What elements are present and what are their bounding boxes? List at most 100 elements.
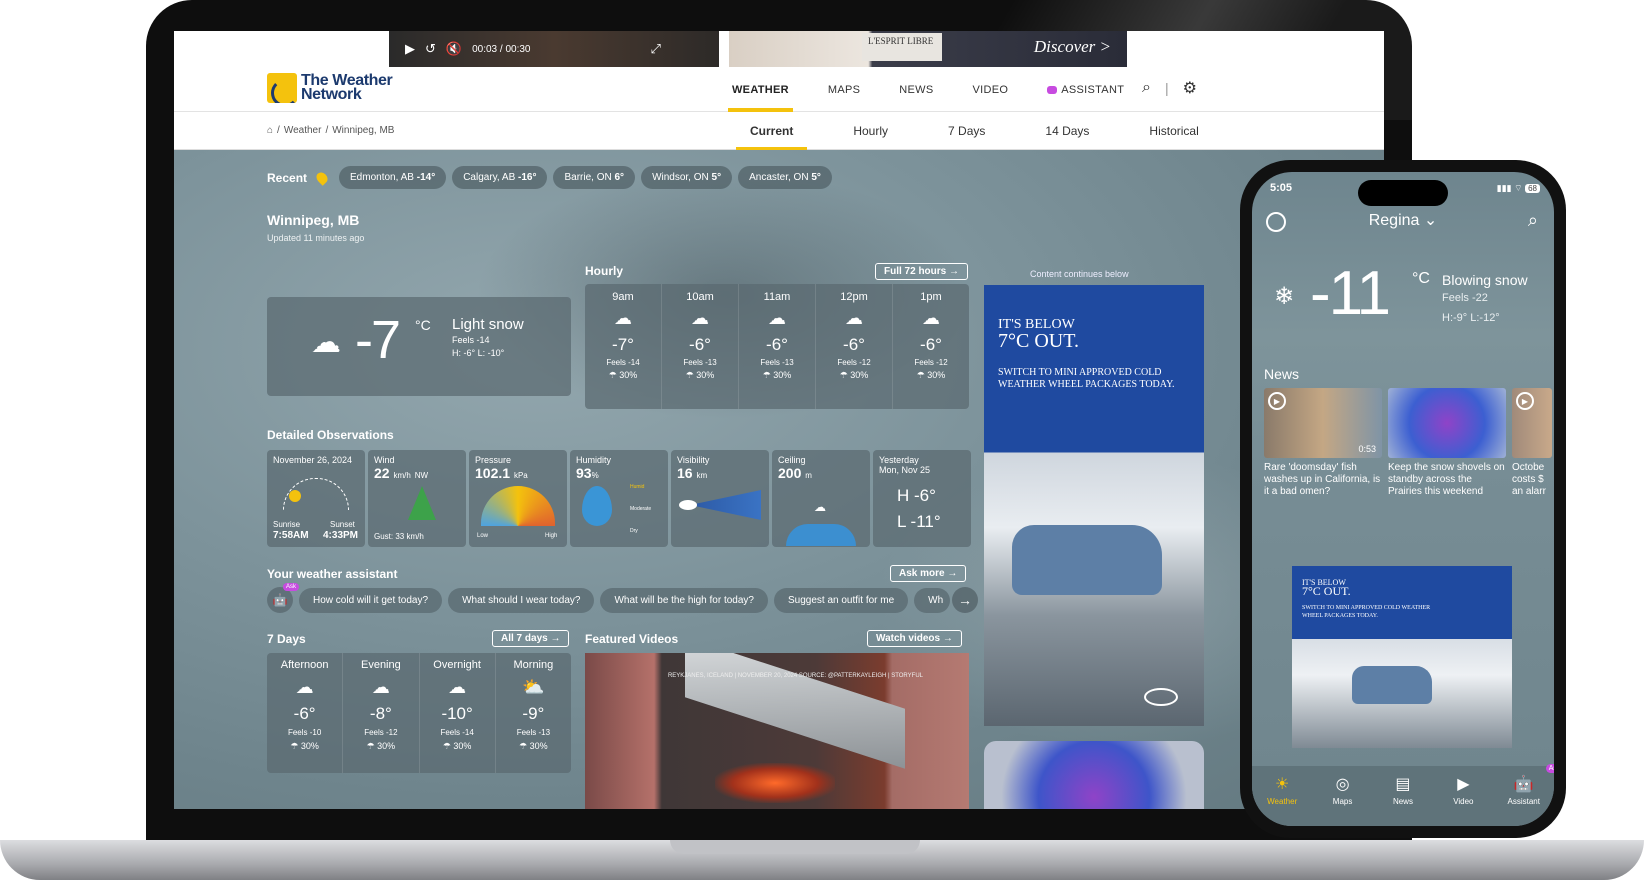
wind-card[interactable]: Wind 22 km/h NW Gust: 33 km/h [368, 450, 466, 547]
watch-videos-button[interactable]: Watch videos → [867, 630, 962, 647]
breadcrumb-city: Winnipeg, MB [332, 125, 395, 136]
nav-assistant[interactable]: ASSISTANT [1047, 67, 1124, 112]
pressure-card[interactable]: Pressure 102.1 kPa Low High [469, 450, 567, 547]
news-item[interactable]: Keep the snow shovels on standby across … [1388, 388, 1506, 498]
ad-subtext: SWITCH TO MINI APPROVED COLD WEATHER WHE… [998, 367, 1175, 390]
period-item[interactable]: Overnight ☁ -10° Feels -14 ☂ 30% [420, 653, 496, 773]
ask-more-button[interactable]: Ask more → [890, 565, 967, 582]
sub-nav: ⌂ / Weather / Winnipeg, MB Current Hourl… [174, 112, 1384, 150]
ad-headline: IT'S BELOW 7°C OUT. [1302, 578, 1351, 598]
recent-chip[interactable]: Barrie, ON 6° [553, 166, 636, 189]
logo-text: The Weather Network [301, 72, 393, 103]
hourly-item[interactable]: 11am ☁ -6° Feels -13 ☂ 30% [739, 284, 816, 409]
question-chip[interactable]: What should I wear today? [448, 587, 595, 613]
phone-city-selector[interactable]: Regina ⌄ [1252, 210, 1554, 230]
recent-chip[interactable]: Windsor, ON 5° [641, 166, 733, 189]
ad-brand-text: L'ESPRIT LIBRE [862, 33, 942, 61]
tab-historical[interactable]: Historical [1149, 112, 1198, 150]
play-icon[interactable]: ▶ [405, 41, 415, 57]
tab-current[interactable]: Current [735, 112, 808, 150]
ad-bottom-image[interactable] [984, 741, 1204, 809]
seven-day-card: Afternoon ☁ -6° Feels -10 ☂ 30% Evening ☁ -8° F… [267, 653, 571, 773]
ad-video-player[interactable]: ▶ ↺ 🔇 00:03 / 00:30 ⤢ [389, 31, 719, 67]
observations-row: November 26, 2024 Sunrise 7:58AM Sunset … [267, 450, 971, 547]
recent-chip[interactable]: Ancaster, ON 5° [738, 166, 832, 189]
question-chip[interactable]: How cold will it get today? [299, 587, 443, 613]
settings-gear-icon[interactable]: ⚙ [1183, 78, 1197, 98]
ad-subtext: SWITCH TO MINI APPROVED COLD WEATHER WHE… [1302, 605, 1431, 619]
ad-label: Content continues below [1030, 269, 1129, 279]
sun-card[interactable]: November 26, 2024 Sunrise 7:58AM Sunset … [267, 450, 365, 547]
cloud-moon-icon: ☁ [371, 677, 390, 697]
tab-7-days[interactable]: 7 Days [948, 112, 985, 150]
yesterday-card[interactable]: Yesterday Mon, Nov 25 H -6° L -11° [873, 450, 971, 547]
nav-weather[interactable]: WEATHER [728, 67, 793, 112]
light-snow-icon: ☁ [311, 326, 341, 359]
seven-days-title: 7 Days [267, 632, 306, 646]
ad-car-image [1012, 525, 1162, 595]
home-icon[interactable]: ⌂ [267, 125, 273, 136]
eye-icon [679, 500, 697, 510]
tab-news[interactable]: ▤ News [1378, 774, 1428, 826]
recent-chip[interactable]: Calgary, AB -16° [452, 166, 548, 189]
cloud-icon: ☁ [768, 308, 786, 328]
nav-maps[interactable]: MAPS [828, 67, 860, 112]
news-item[interactable]: ▶ 0:53 Rare 'doomsday' fish washes up in … [1264, 388, 1382, 498]
featured-videos-title: Featured Videos [585, 632, 679, 646]
period-item[interactable]: Afternoon ☁ -6° Feels -10 ☂ 30% [267, 653, 344, 773]
sun-icon [289, 490, 301, 502]
video-caption: REYKJANES, ICELAND | NOVEMBER 20, 2024 S… [667, 673, 923, 679]
side-ad[interactable]: IT'S BELOW 7°C OUT. SWITCH TO MINI APPROV… [984, 285, 1204, 726]
assistant-questions: 🤖 Ask How cold will it get today? What sh… [267, 583, 951, 613]
blowing-snow-icon: ❄ [1274, 283, 1295, 310]
visibility-beam [697, 490, 761, 520]
phone-ad[interactable]: IT'S BELOW 7°C OUT. SWITCH TO MINI APPROV… [1292, 566, 1512, 748]
full-72-hours-button[interactable]: Full 72 hours → [875, 263, 969, 280]
tab-14-days[interactable]: 14 Days [1045, 112, 1089, 150]
news-item[interactable]: ▶ Octobe costs $ an alarr [1512, 388, 1552, 498]
site-logo[interactable]: The Weather Network [267, 72, 393, 103]
hourly-item[interactable]: 12pm ☁ -6° Feels -12 ☂ 30% [816, 284, 893, 409]
header-icons: ⌕ | ⚙ [1142, 78, 1197, 98]
current-conditions-card: ☁ -7 °C Light snow Feels -14 H: -6° L: -… [267, 297, 571, 396]
featured-video-thumbnail[interactable]: REYKJANES, ICELAND | NOVEMBER 20, 2024 S… [585, 653, 969, 809]
recent-chip[interactable]: Edmonton, AB -14° [339, 166, 447, 189]
earth-icon [786, 524, 856, 546]
phone-status: ▮▮▮ ⌔ 68 [1497, 183, 1540, 194]
question-chip[interactable]: Wh [914, 587, 951, 613]
replay-icon[interactable]: ↺ [425, 41, 436, 57]
tab-assistant[interactable]: 🤖AskAssistant [1499, 764, 1554, 826]
hourly-item[interactable]: 1pm ☁ -6° Feels -12 ☂ 30% [893, 284, 969, 409]
phone-news-title: News [1264, 366, 1300, 382]
mute-icon[interactable]: 🔇 [446, 41, 462, 57]
hourly-item[interactable]: 9am ☁ -7° Feels -14 ☂ 30% [585, 284, 662, 409]
visibility-card[interactable]: Visibility 16 km [671, 450, 769, 547]
search-icon[interactable]: ⌕ [1142, 79, 1151, 97]
period-item[interactable]: Evening ☁ -8° Feels -12 ☂ 30% [343, 653, 420, 773]
nav-news[interactable]: NEWS [899, 67, 933, 112]
tab-hourly[interactable]: Hourly [853, 112, 888, 150]
ad-discover-link[interactable]: Discover > [1034, 37, 1111, 57]
tab-weather[interactable]: ☀ Weather [1257, 774, 1307, 826]
phone-condition: Blowing snow [1442, 272, 1528, 288]
hourly-item[interactable]: 10am ☁ -6° Feels -13 ☂ 30% [662, 284, 739, 409]
ad-banner[interactable]: L'ESPRIT LIBRE Discover > [729, 31, 1127, 67]
question-chip[interactable]: Suggest an outfit for me [774, 587, 909, 613]
ceiling-card[interactable]: Ceiling 200 m ☁ [772, 450, 870, 547]
forecast-tabs: Current Hourly 7 Days 14 Days Historical [735, 112, 1259, 150]
tab-maps[interactable]: ◎ Maps [1318, 774, 1368, 826]
next-arrow-icon[interactable]: → [952, 587, 978, 613]
hourly-forecast-card: 9am ☁ -7° Feels -14 ☂ 30% 10am ☁ -6° Feels -13 ☂… [585, 284, 969, 409]
all-7-days-button[interactable]: All 7 days → [492, 630, 570, 647]
assistant-bot-icon[interactable]: 🤖 Ask [267, 583, 299, 613]
nav-video[interactable]: VIDEO [972, 67, 1008, 112]
tab-video[interactable]: ▶ Video [1438, 774, 1488, 826]
period-item[interactable]: Morning ⛅ -9° Feels -13 ☂ 30% [496, 653, 571, 773]
question-chip[interactable]: What will be the high for today? [600, 587, 768, 613]
breadcrumb-weather[interactable]: Weather [284, 125, 322, 136]
phone-temp-unit: °C [1412, 270, 1430, 287]
humidity-card[interactable]: Humidity 93% Humid Moderate Dry [570, 450, 668, 547]
phone-feels-like: Feels -22 [1442, 292, 1488, 304]
search-icon[interactable]: ⌕ [1528, 210, 1538, 231]
fullscreen-icon[interactable]: ⤢ [650, 41, 660, 57]
